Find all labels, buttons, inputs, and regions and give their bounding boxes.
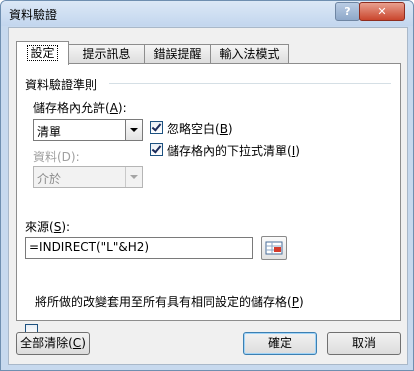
- tab-input-message-label: 提示訊息: [82, 47, 131, 61]
- source-field[interactable]: [25, 237, 253, 259]
- tab-input-message[interactable]: 提示訊息: [68, 44, 145, 64]
- tab-settings-label: 設定: [27, 45, 58, 61]
- tab-ime-mode-label: 輸入法模式: [219, 47, 280, 61]
- source-input[interactable]: [26, 238, 252, 256]
- tab-ime-mode[interactable]: 輸入法模式: [210, 44, 289, 64]
- tab-settings[interactable]: 設定: [16, 41, 69, 65]
- allow-select[interactable]: 清單: [33, 119, 143, 141]
- data-label: 資料(D):: [33, 150, 80, 164]
- allow-label: 儲存格內允許(A):: [33, 101, 127, 115]
- clear-all-button[interactable]: 全部清除(C): [16, 332, 90, 355]
- close-icon: ✕: [377, 5, 387, 18]
- in-cell-dropdown-checkbox[interactable]: [150, 143, 163, 156]
- data-validation-dialog: 資料驗證 ? ✕ 設定 提示訊息 錯誤提醒 輸入法模式 資料驗證準則 儲存格內允…: [0, 0, 414, 371]
- group-divider: [109, 83, 391, 84]
- allow-value: 清單: [37, 125, 62, 139]
- in-cell-dropdown-label[interactable]: 儲存格內的下拉式清單(I): [167, 142, 300, 159]
- tab-error-alert-label: 錯誤提醒: [153, 47, 202, 61]
- ok-button[interactable]: 確定: [243, 332, 317, 355]
- cancel-button[interactable]: 取消: [327, 332, 401, 355]
- source-label: 來源(S):: [25, 220, 71, 234]
- data-select: 介於: [33, 166, 143, 188]
- help-icon: ?: [344, 5, 351, 18]
- dialog-body: 設定 提示訊息 錯誤提醒 輸入法模式 資料驗證準則 儲存格內允許(A): 清單: [8, 27, 408, 365]
- tab-error-alert[interactable]: 錯誤提醒: [144, 44, 211, 64]
- ignore-blank-label[interactable]: 忽略空白(B): [167, 120, 233, 137]
- dialog-title: 資料驗證: [9, 8, 58, 22]
- help-button[interactable]: ?: [335, 2, 360, 21]
- range-picker-button[interactable]: [261, 236, 287, 260]
- criteria-group-label: 資料驗證準則: [25, 78, 98, 92]
- chevron-down-icon: [125, 167, 142, 187]
- range-picker-icon: [265, 241, 283, 255]
- title-bar: 資料驗證 ? ✕: [1, 1, 413, 26]
- chevron-down-icon[interactable]: [125, 120, 142, 140]
- data-value: 介於: [37, 172, 62, 186]
- close-button[interactable]: ✕: [359, 2, 405, 21]
- settings-panel: 資料驗證準則 儲存格內允許(A): 清單 忽略空白(B) 儲存格內的下拉式清單(…: [16, 63, 401, 337]
- apply-all-label[interactable]: 將所做的改變套用至所有具有相同設定的儲存格(P): [35, 293, 304, 310]
- ignore-blank-checkbox[interactable]: [150, 121, 163, 134]
